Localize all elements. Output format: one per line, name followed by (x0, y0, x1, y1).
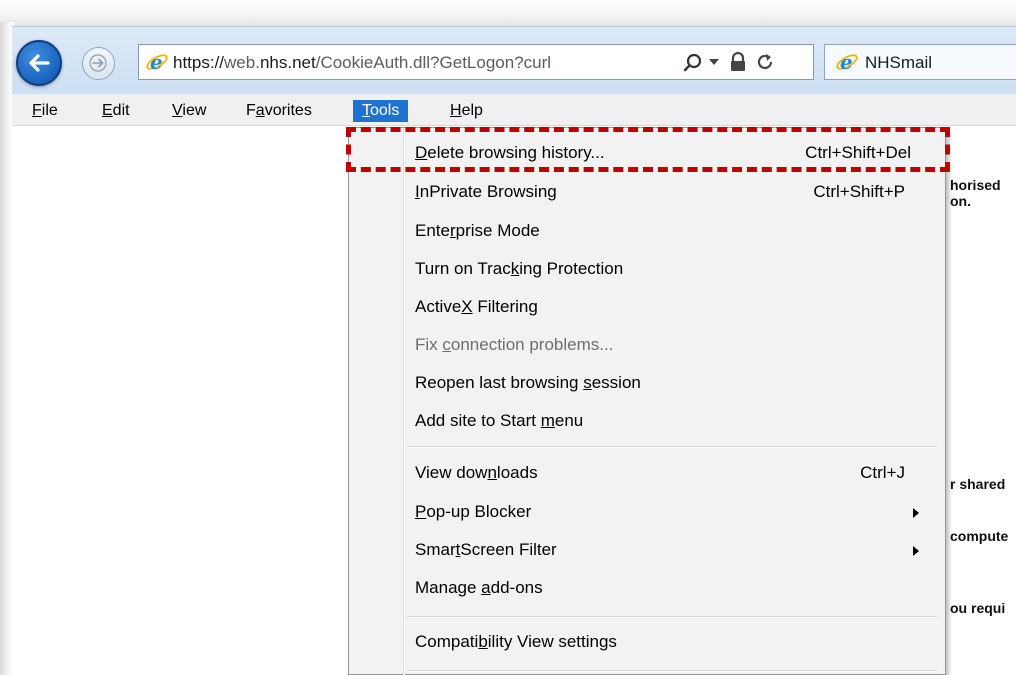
ie-logo-icon: e (146, 50, 168, 74)
menu-item-add-site-to-start[interactable]: Add site to Start menu (349, 404, 945, 440)
back-button[interactable] (16, 40, 62, 86)
menu-item-reopen-last-session[interactable]: Reopen last browsing session (349, 366, 945, 402)
menu-item-enterprise-mode[interactable]: Enterprise Mode (349, 214, 945, 250)
submenu-arrow-icon (913, 546, 919, 556)
menu-bar (12, 94, 1016, 126)
menu-item-compatibility-view-settings[interactable]: Compatibility View settings (349, 625, 945, 661)
window-top-shadow (0, 0, 1016, 26)
tab-title: NHSmail (865, 53, 933, 72)
menu-help[interactable]: Help (450, 100, 483, 122)
shortcut-label: Ctrl+J (860, 463, 905, 482)
search-icon[interactable] (683, 53, 703, 73)
page-text-fragment: compute (950, 528, 1009, 544)
shortcut-label: Ctrl+Shift+P (813, 182, 905, 201)
menu-item-popup-blocker[interactable]: Pop-up Blocker (349, 495, 945, 531)
svg-text:e: e (150, 50, 163, 74)
menu-tools[interactable]: Tools (353, 100, 409, 122)
dropdown-icon[interactable] (709, 59, 719, 67)
browser-window: horised on. r shared compute ou requi e … (0, 0, 1016, 675)
page-text-fragment: on. (950, 193, 971, 209)
menu-item-inprivate-browsing[interactable]: InPrivate Browsing Ctrl+Shift+P (349, 175, 945, 211)
address-bar[interactable]: e https://web.nhs.net/CookieAuth.dll?Get… (138, 44, 814, 80)
forward-arrow-icon (89, 54, 107, 72)
menu-item-tracking-protection[interactable]: Turn on Tracking Protection (349, 252, 945, 288)
svg-text:e: e (840, 50, 853, 74)
url-text[interactable]: https://web.nhs.net/CookieAuth.dll?GetLo… (173, 53, 551, 73)
back-arrow-icon (29, 54, 50, 72)
forward-button[interactable] (82, 47, 115, 80)
menu-file[interactable]: File (32, 100, 58, 122)
menu-view[interactable]: View (172, 100, 206, 122)
menu-item-manage-addons[interactable]: Manage add-ons (349, 571, 945, 607)
menu-favorites[interactable]: Favorites (246, 100, 312, 122)
menu-separator (407, 446, 937, 448)
page-text-fragment: horised (950, 177, 1001, 193)
menu-item-view-downloads[interactable]: View downloads Ctrl+J (349, 456, 945, 492)
page-text-fragment: r shared (950, 476, 1006, 492)
menu-edit[interactable]: Edit (102, 100, 130, 122)
submenu-arrow-icon (913, 508, 919, 518)
page-text-fragment: ou requi (950, 600, 1006, 616)
menu-item-fix-connection-problems: Fix connection problems... (415, 335, 614, 354)
lock-icon[interactable] (729, 52, 747, 72)
browser-tab[interactable]: e NHSmail (824, 44, 1016, 80)
tools-menu: Delete browsing history... Ctrl+Shift+De… (348, 127, 946, 675)
menu-item-activex-filtering[interactable]: ActiveX Filtering (349, 290, 945, 326)
refresh-icon[interactable] (755, 52, 775, 72)
highlight-annotation (346, 127, 950, 172)
menu-separator (407, 670, 937, 672)
menu-item-smartscreen-filter[interactable]: SmartScreen Filter (349, 533, 945, 569)
ie-logo-icon: e (836, 50, 858, 74)
menu-separator (407, 616, 937, 618)
